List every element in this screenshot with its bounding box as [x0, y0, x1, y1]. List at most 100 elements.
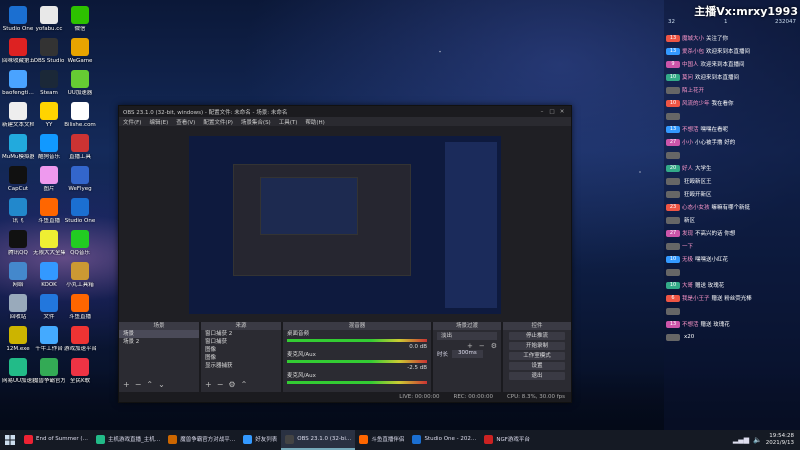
- source-item[interactable]: 显示器捕获: [201, 362, 281, 370]
- desktop-icon[interactable]: 文件: [33, 294, 65, 321]
- add-icon[interactable]: +: [205, 380, 212, 389]
- taskbar-item[interactable]: OBS 23.1.0 (32-bi…: [281, 430, 356, 450]
- minimize-icon[interactable]: –: [537, 109, 547, 115]
- transition-select[interactable]: 淡出: [437, 332, 497, 340]
- network-icon[interactable]: ▂▄▆: [733, 436, 749, 444]
- app-icon: [359, 434, 369, 444]
- desktop-icon[interactable]: 斗鱼直播: [33, 198, 65, 225]
- desktop-icon[interactable]: OBS Studio: [33, 38, 65, 65]
- desktop-icon[interactable]: 图片: [33, 166, 65, 193]
- desktop-icon[interactable]: QQ音乐: [64, 230, 96, 257]
- obs-preview[interactable]: [119, 126, 571, 324]
- volume-icon[interactable]: 🔈: [753, 436, 762, 444]
- close-icon[interactable]: ✕: [557, 109, 567, 115]
- desktop-icon-label: 图片: [43, 186, 55, 192]
- desktop-icon[interactable]: 腾讯QQ: [2, 230, 34, 257]
- chat-message: 新区: [666, 214, 798, 226]
- source-item[interactable]: 图像: [201, 346, 281, 354]
- desktop-icon[interactable]: CapCut: [2, 166, 34, 193]
- desktop-icon[interactable]: 无限大大全集: [33, 230, 65, 257]
- desktop-icon-label: 网易UU加速器: [2, 378, 34, 384]
- desktop-icon[interactable]: Studio One: [64, 198, 96, 225]
- desktop-icon[interactable]: 新建文本文档.txt: [2, 102, 34, 129]
- duration-field[interactable]: 300ms: [452, 350, 483, 358]
- maximize-icon[interactable]: □: [547, 109, 557, 115]
- desktop-icon[interactable]: 直播工具: [64, 134, 96, 161]
- move-down-icon[interactable]: ⌄: [158, 380, 165, 389]
- desktop-icon[interactable]: Bilishe.com: [64, 102, 96, 129]
- menu-help[interactable]: 帮助(H): [305, 118, 324, 126]
- desktop-icon[interactable]: MuMu模拟器: [2, 134, 34, 161]
- desktop-icon[interactable]: 12M.exe: [2, 326, 34, 353]
- app-icon: [40, 358, 58, 376]
- start-button[interactable]: [0, 430, 20, 450]
- desktop-icon[interactable]: 酷狗音乐: [33, 134, 65, 161]
- gear-icon[interactable]: ⚙: [228, 380, 235, 389]
- taskbar-item[interactable]: End of Summer (…: [20, 430, 92, 450]
- desktop-icon[interactable]: Steam: [33, 70, 65, 97]
- stop-streaming-button[interactable]: 停止推流: [509, 332, 565, 340]
- desktop-icon[interactable]: Studio One: [2, 6, 34, 33]
- gear-icon[interactable]: ⚙: [491, 342, 497, 350]
- taskbar-item[interactable]: 主机游戏直播_主机…: [92, 430, 164, 450]
- source-item[interactable]: 窗口捕获 2: [201, 330, 281, 338]
- taskbar-item[interactable]: 魔兽争霸官方对战平…: [164, 430, 239, 450]
- chat-text: 狂殴新区王: [684, 179, 712, 185]
- taskbar-clock[interactable]: 19:54:28 2021/9/13: [766, 433, 794, 447]
- chat-text: 欢迎来到本直播间: [695, 75, 740, 81]
- move-up-icon[interactable]: ⌃: [146, 380, 153, 389]
- desktop-icon[interactable]: 魔兽争霸官方对战平台: [33, 358, 65, 385]
- desktop-icon[interactable]: KOOK: [33, 262, 65, 289]
- scene-item[interactable]: 场景 2: [119, 338, 199, 346]
- menu-edit[interactable]: 编辑(E): [149, 118, 168, 126]
- taskbar-item[interactable]: NGF游戏平台: [480, 430, 534, 450]
- move-up-icon[interactable]: ⌃: [241, 380, 248, 389]
- menu-profile[interactable]: 配置文件(P): [203, 118, 233, 126]
- desktop-icon[interactable]: WeFlyeg: [64, 166, 96, 193]
- taskbar-item-label: 魔兽争霸官方对战平…: [180, 437, 236, 443]
- desktop-icon[interactable]: 回味收藏第五卷: [2, 38, 34, 65]
- nested-obs-window: [233, 164, 411, 276]
- exit-button[interactable]: 退出: [509, 372, 565, 380]
- desktop-icon-label: 腾讯QQ: [8, 250, 28, 256]
- desktop-icon-label: 全民K歌: [69, 378, 91, 384]
- remove-icon[interactable]: −: [479, 342, 485, 350]
- desktop-icon[interactable]: baofengti…: [2, 70, 34, 97]
- desktop-icon[interactable]: yofabu.cc: [33, 6, 65, 33]
- taskbar-item[interactable]: Studio One - 202…: [408, 430, 480, 450]
- desktop-icon[interactable]: YY: [33, 102, 65, 129]
- desktop-icon[interactable]: 斗鱼直播: [64, 294, 96, 321]
- obs-title-bar[interactable]: OBS 23.1.0 (32-bit, windows) - 配置文件: 未命名…: [119, 106, 571, 117]
- scene-item[interactable]: 场景: [119, 330, 199, 338]
- desktop-icon[interactable]: 全民K歌: [64, 358, 96, 385]
- level-badge: [666, 307, 680, 315]
- desktop-icon[interactable]: 千牛工作台: [33, 326, 65, 353]
- source-item[interactable]: 窗口捕获: [201, 338, 281, 346]
- desktop-icon[interactable]: WeGame: [64, 38, 96, 65]
- remove-icon[interactable]: −: [217, 380, 224, 389]
- obs-window[interactable]: OBS 23.1.0 (32-bit, windows) - 配置文件: 未命名…: [118, 105, 572, 403]
- desktop-icon[interactable]: 网易UU加速器: [2, 358, 34, 385]
- settings-button[interactable]: 设置: [509, 362, 565, 370]
- chat-message: 10 风流的少年 我在看你: [666, 97, 798, 109]
- studio-mode-button[interactable]: 工作室模式: [509, 352, 565, 360]
- add-icon[interactable]: +: [467, 342, 473, 350]
- remove-icon[interactable]: −: [135, 380, 142, 389]
- desktop-icon[interactable]: 微信: [64, 6, 96, 33]
- menu-tools[interactable]: 工具(T): [279, 118, 298, 126]
- desktop-icon[interactable]: 游戏加速平台: [64, 326, 96, 353]
- desktop-icon[interactable]: 网络: [2, 262, 34, 289]
- start-recording-button[interactable]: 开始录制: [509, 342, 565, 350]
- menu-file[interactable]: 文件(F): [123, 118, 141, 126]
- desktop-icon[interactable]: UU加速器: [64, 70, 96, 97]
- level-badge: [666, 242, 680, 250]
- taskbar-item[interactable]: 好友列表: [239, 430, 281, 450]
- source-item[interactable]: 图像: [201, 354, 281, 362]
- desktop-icon[interactable]: 回收站: [2, 294, 34, 321]
- menu-view[interactable]: 查看(V): [176, 118, 195, 126]
- desktop-icon[interactable]: 小丸工具箱: [64, 262, 96, 289]
- taskbar-item[interactable]: 斗鱼直播伴侣: [355, 430, 408, 450]
- add-icon[interactable]: +: [123, 380, 130, 389]
- menu-scene-collection[interactable]: 场景集合(S): [241, 118, 271, 126]
- desktop-icon[interactable]: 讯飞: [2, 198, 34, 225]
